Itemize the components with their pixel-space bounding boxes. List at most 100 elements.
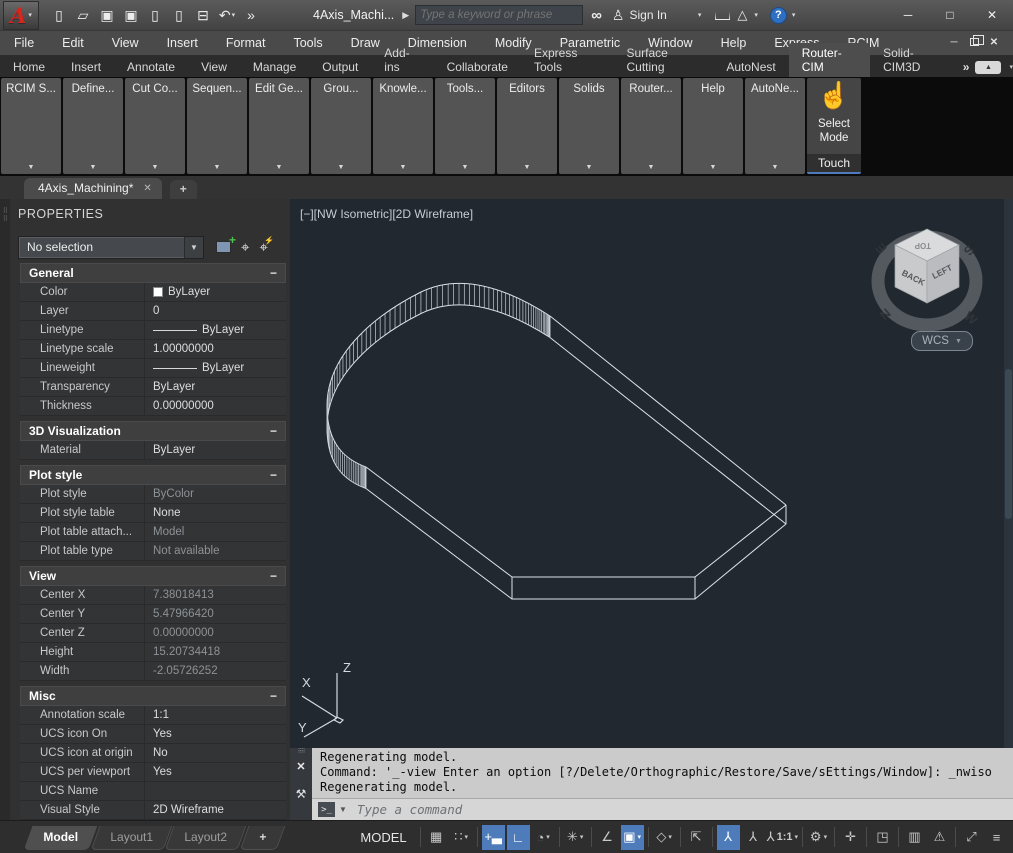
ribbon-tab[interactable]: Annotate <box>114 57 188 77</box>
layout-tab[interactable]: Layout2 <box>165 826 246 850</box>
status-icon[interactable] <box>834 827 835 847</box>
status-icon[interactable] <box>477 827 478 847</box>
save-to-mobile-icon[interactable]: ▯ <box>169 4 189 26</box>
quick-select-icon[interactable]: ⌖ <box>259 239 267 256</box>
select-mode-panel[interactable]: ☝ Select Mode Touch <box>807 78 861 174</box>
ortho-mode-icon[interactable]: ∟ <box>507 825 530 850</box>
collapse-icon[interactable]: − <box>270 424 277 438</box>
minimize-button[interactable]: ─ <box>887 2 929 28</box>
plot-icon[interactable]: ⊟ <box>193 4 213 26</box>
layout-tab[interactable]: + <box>240 826 286 850</box>
dynamic-input-icon[interactable]: +▃ <box>482 825 505 850</box>
open-icon[interactable]: ▱ <box>73 4 93 26</box>
qnew-icon[interactable]: ▯ <box>49 4 69 26</box>
ribbon-tab[interactable]: Collaborate <box>434 57 521 77</box>
property-row[interactable]: UCS per viewport Yes <box>20 763 286 782</box>
section-header[interactable]: General − <box>20 263 286 283</box>
panel-flyout-icon[interactable]: ▼ <box>311 164 371 171</box>
panel-flyout-icon[interactable]: ▼ <box>249 164 309 171</box>
command-input-row[interactable]: >_ ▼ Type a command <box>312 798 1013 820</box>
ribbon-tab[interactable]: Surface Cutting <box>613 43 713 77</box>
property-row[interactable]: Transparency ByLayer <box>20 378 286 397</box>
layout-tab[interactable]: Layout1 <box>90 826 171 850</box>
polar-tracking-icon[interactable]: ◔ <box>532 825 555 850</box>
qsave-icon[interactable]: ▣ <box>97 4 117 26</box>
panel-flyout-icon[interactable]: ▼ <box>1 164 61 171</box>
ribbon-panel[interactable]: Cut Co... ▼ <box>125 78 185 174</box>
ribbon-tab[interactable]: AutoNest <box>713 57 788 77</box>
maximize-button[interactable]: □ <box>929 2 971 28</box>
property-row[interactable]: Material ByLayer <box>20 441 286 460</box>
autodesk-a360-icon[interactable]: △ <box>737 7 747 23</box>
osnap-tracking-icon[interactable]: ∠ <box>596 825 619 850</box>
panel-flyout-icon[interactable]: ▼ <box>435 164 495 171</box>
undo-icon[interactable]: ↶ <box>217 4 237 26</box>
collapse-icon[interactable]: − <box>270 266 277 280</box>
ribbon-tab[interactable]: Add-ins <box>371 43 433 77</box>
command-close-icon[interactable]: ✕ <box>296 760 305 773</box>
snap-mode-icon[interactable]: ∷ <box>450 825 473 850</box>
status-icon[interactable] <box>802 827 803 847</box>
property-row[interactable]: Width -2.05726252 <box>20 662 286 681</box>
status-icon[interactable] <box>866 827 867 847</box>
ribbon-tab[interactable]: Solid-CIM3D <box>870 43 957 77</box>
model-viewport[interactable]: Z X Y [−][NW Isometric][2D Wireframe] N … <box>290 199 1013 748</box>
close-button[interactable]: ✕ <box>971 2 1013 28</box>
selection-dropdown[interactable]: No selection ▼ <box>18 236 204 259</box>
status-icon[interactable] <box>712 827 713 847</box>
property-row[interactable]: Visual Style 2D Wireframe <box>20 801 286 820</box>
ucs-icon[interactable]: ⇱ <box>685 825 708 850</box>
property-row[interactable]: UCS Name <box>20 782 286 801</box>
workspace-icon[interactable]: ⚙ <box>807 825 830 850</box>
palette-grip[interactable]: ⠿⠿ <box>0 199 10 820</box>
crosshair-icon[interactable]: ✛ <box>839 825 862 850</box>
cube-face-top[interactable]: TOP <box>914 241 931 250</box>
property-row[interactable]: Lineweight ByLayer <box>20 359 286 378</box>
section-header[interactable]: Misc − <box>20 686 286 706</box>
chevron-down-icon[interactable]: ▾ <box>754 11 758 19</box>
drawing-close-icon[interactable]: ✕ <box>985 34 1003 50</box>
panel-flyout-icon[interactable]: ▼ <box>187 164 247 171</box>
status-icon[interactable] <box>559 827 560 847</box>
drawing-restore-icon[interactable] <box>965 34 983 50</box>
property-row[interactable]: Center Y 5.47966420 <box>20 605 286 624</box>
property-row[interactable]: Linetype scale 1.00000000 <box>20 340 286 359</box>
panel-flyout-icon[interactable]: ▼ <box>125 164 185 171</box>
collapse-icon[interactable]: − <box>270 569 277 583</box>
collapse-icon[interactable]: − <box>270 689 277 703</box>
status-icon[interactable] <box>898 827 899 847</box>
qat-customize-icon[interactable]: » <box>241 4 261 26</box>
section-header[interactable]: 3D Visualization − <box>20 421 286 441</box>
property-row[interactable]: Plot table type Not available <box>20 542 286 561</box>
annotation-scale-icon[interactable]: ⅄1:1 <box>767 825 798 850</box>
select-objects-icon[interactable]: ⌖ <box>241 239 249 256</box>
ribbon-minimize-icon[interactable]: ▲ <box>975 61 1001 74</box>
ribbon-panel[interactable]: Sequen... ▼ <box>187 78 247 174</box>
file-tab[interactable]: 4Axis_Machining* ✕ <box>24 178 162 199</box>
ribbon-panel[interactable]: Help ▼ <box>683 78 743 174</box>
clean-screen-icon[interactable]: ⤢ <box>960 825 983 850</box>
ribbon-panel[interactable]: AutoNe... ▼ <box>745 78 805 174</box>
search-input[interactable] <box>420 9 578 21</box>
save-as-icon[interactable]: ▣ <box>121 4 141 26</box>
ribbon-panel[interactable]: Knowle... ▼ <box>373 78 433 174</box>
ribbon-panel[interactable]: Editors ▼ <box>497 78 557 174</box>
viewport-controls[interactable]: [−][NW Isometric][2D Wireframe] <box>300 207 473 221</box>
property-row[interactable]: Plot style ByColor <box>20 485 286 504</box>
ribbon-panel[interactable]: Router... ▼ <box>621 78 681 174</box>
chevron-down-icon[interactable]: ▼ <box>184 237 203 258</box>
app-store-cart-icon[interactable] <box>715 10 730 20</box>
isometric-drafting-icon[interactable]: ✳ <box>564 825 587 850</box>
section-header[interactable]: View − <box>20 566 286 586</box>
collapse-icon[interactable]: − <box>270 468 277 482</box>
command-customize-icon[interactable]: ⚒ <box>296 787 307 801</box>
viewport-scrollbar[interactable] <box>1004 199 1013 748</box>
3d-object-snap-icon[interactable]: ◇ <box>653 825 676 850</box>
status-icon[interactable] <box>680 827 681 847</box>
application-menu-button[interactable]: A ▾ <box>3 1 39 30</box>
layout-tab[interactable]: Model <box>24 826 97 850</box>
annotation-autoscale-icon[interactable]: ⅄ <box>742 825 765 850</box>
search-binoculars-icon[interactable]: ∞ <box>591 7 602 24</box>
panel-flyout-icon[interactable]: ▼ <box>621 164 681 171</box>
status-icon[interactable] <box>648 827 649 847</box>
